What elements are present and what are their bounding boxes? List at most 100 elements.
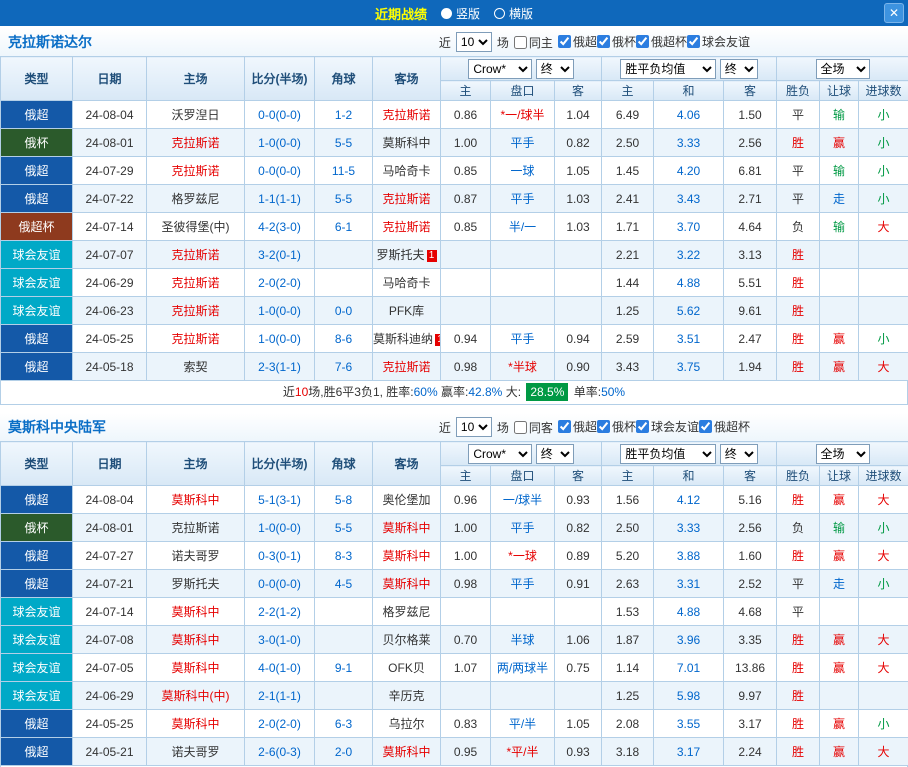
- asia-handicap: 一/球半: [491, 486, 555, 514]
- league-filter[interactable]: 球会友谊: [636, 418, 699, 435]
- match-date: 24-05-18: [73, 353, 147, 381]
- score: 1-0(0-0): [245, 514, 315, 542]
- euro-home-odds: 5.20: [602, 542, 654, 570]
- handicap-result: 输: [820, 213, 859, 241]
- radio-unselected-icon: [494, 8, 505, 19]
- league-checkbox[interactable]: [636, 35, 649, 48]
- same-venue-toggle[interactable]: 同客: [514, 419, 553, 436]
- league-filter[interactable]: 俄杯: [597, 33, 636, 50]
- euro-draw-odds: 3.88: [654, 542, 724, 570]
- euro-odds-group: 胜平负均值 终: [602, 57, 777, 81]
- asia-final-select[interactable]: 终: [536, 59, 574, 79]
- same-venue-checkbox[interactable]: [514, 421, 527, 434]
- score: 2-2(1-2): [245, 598, 315, 626]
- league-badge: 俄杯: [1, 514, 73, 542]
- score: 1-0(0-0): [245, 297, 315, 325]
- league-label: 俄杯: [612, 418, 636, 435]
- team-label: 索契: [183, 360, 207, 374]
- bookmaker-select[interactable]: Crow*: [468, 59, 532, 79]
- handicap-result: [820, 297, 859, 325]
- asia-home-odds: 0.98: [441, 353, 491, 381]
- goals-result: [859, 682, 908, 710]
- euro-home-odds: 2.59: [602, 325, 654, 353]
- section-header: 克拉斯诺达尔 近 10 场 同主 俄超 俄杯 俄超杯 球会友谊: [0, 28, 908, 56]
- col-type: 类型: [1, 442, 73, 486]
- away-team: 奥伦堡加: [373, 486, 441, 514]
- score: 4-2(3-0): [245, 213, 315, 241]
- home-team: 诺夫哥罗: [147, 738, 245, 766]
- league-checkbox[interactable]: [687, 35, 700, 48]
- league-badge: 俄超: [1, 486, 73, 514]
- euro-draw-odds: 4.06: [654, 101, 724, 129]
- section-header: 莫斯科中央陆军 近 10 场 同客 俄超 俄杯 球会友谊 俄超杯: [0, 413, 908, 441]
- match-date: 24-08-01: [73, 129, 147, 157]
- match-date: 24-07-27: [73, 542, 147, 570]
- asia-handicap: 平手: [491, 570, 555, 598]
- handicap-result: [820, 682, 859, 710]
- goals-result: 小: [859, 101, 908, 129]
- match-result: 胜: [777, 626, 820, 654]
- handicap-result: 赢: [820, 129, 859, 157]
- asia-handicap: 平手: [491, 325, 555, 353]
- asia-final-select[interactable]: 终: [536, 444, 574, 464]
- league-filter[interactable]: 俄超: [558, 418, 597, 435]
- asia-away-odds: 0.91: [555, 570, 602, 598]
- europe-avg-select[interactable]: 胜平负均值: [620, 444, 716, 464]
- league-checkbox[interactable]: [636, 420, 649, 433]
- summary-stat: 50%: [601, 385, 625, 399]
- euro-home-odds: 1.53: [602, 598, 654, 626]
- league-checkbox[interactable]: [558, 35, 571, 48]
- europe-final-select[interactable]: 终: [720, 59, 758, 79]
- subcol-handicap: 盘口: [491, 81, 555, 101]
- home-team: 克拉斯诺: [147, 514, 245, 542]
- layout-horizontal-option[interactable]: 横版: [494, 5, 533, 22]
- euro-home-odds: 2.50: [602, 129, 654, 157]
- layout-vertical-option[interactable]: 竖版: [441, 5, 480, 22]
- match-count-select[interactable]: 10: [456, 417, 492, 437]
- league-filter[interactable]: 球会友谊: [687, 33, 750, 50]
- league-checkbox[interactable]: [597, 420, 610, 433]
- home-team: 罗斯托夫: [147, 570, 245, 598]
- col-date: 日期: [73, 442, 147, 486]
- europe-final-select[interactable]: 终: [720, 444, 758, 464]
- red-card-badge: 1: [427, 250, 437, 262]
- match-count-select[interactable]: 10: [456, 32, 492, 52]
- filter-controls: 近 10 场 同主 俄超 俄杯 俄超杯 球会友谊: [439, 32, 750, 52]
- bookmaker-select[interactable]: Crow*: [468, 444, 532, 464]
- league-filter[interactable]: 俄超杯: [699, 418, 750, 435]
- match-row: 俄超 24-07-22 格罗兹尼 1-1(1-1) 5-5 克拉斯诺 0.87 …: [1, 185, 908, 213]
- same-venue-checkbox[interactable]: [514, 36, 527, 49]
- league-checkbox[interactable]: [699, 420, 712, 433]
- corner-score: 5-5: [315, 129, 373, 157]
- match-date: 24-08-04: [73, 101, 147, 129]
- goals-result: 小: [859, 514, 908, 542]
- home-team: 克拉斯诺: [147, 241, 245, 269]
- asia-away-odds: [555, 297, 602, 325]
- asia-handicap: 平手: [491, 185, 555, 213]
- scope-select[interactable]: 全场: [816, 59, 870, 79]
- euro-odds-group: 胜平负均值 终: [602, 442, 777, 466]
- home-team: 索契: [147, 353, 245, 381]
- same-venue-toggle[interactable]: 同主: [514, 34, 553, 51]
- team-label: 克拉斯诺: [382, 192, 430, 206]
- league-filter[interactable]: 俄杯: [597, 418, 636, 435]
- close-button[interactable]: ✕: [884, 3, 904, 23]
- asia-home-odds: 1.07: [441, 654, 491, 682]
- asia-home-odds: [441, 598, 491, 626]
- match-row: 俄超 24-07-21 罗斯托夫 0-0(0-0) 4-5 莫斯科中 0.98 …: [1, 570, 908, 598]
- handicap-result: 赢: [820, 542, 859, 570]
- league-checkbox[interactable]: [558, 420, 571, 433]
- league-badge: 俄超: [1, 325, 73, 353]
- league-badge: 球会友谊: [1, 682, 73, 710]
- corner-score: 7-6: [315, 353, 373, 381]
- asia-away-odds: 0.90: [555, 353, 602, 381]
- league-checkbox[interactable]: [597, 35, 610, 48]
- team-section: 莫斯科中央陆军 近 10 场 同客 俄超 俄杯 球会友谊 俄超杯: [0, 413, 908, 767]
- league-filter[interactable]: 俄超: [558, 33, 597, 50]
- europe-avg-select[interactable]: 胜平负均值: [620, 59, 716, 79]
- goals-result: 小: [859, 570, 908, 598]
- league-filter[interactable]: 俄超杯: [636, 33, 687, 50]
- scope-select[interactable]: 全场: [816, 444, 870, 464]
- asia-home-odds: [441, 241, 491, 269]
- corner-score: [315, 241, 373, 269]
